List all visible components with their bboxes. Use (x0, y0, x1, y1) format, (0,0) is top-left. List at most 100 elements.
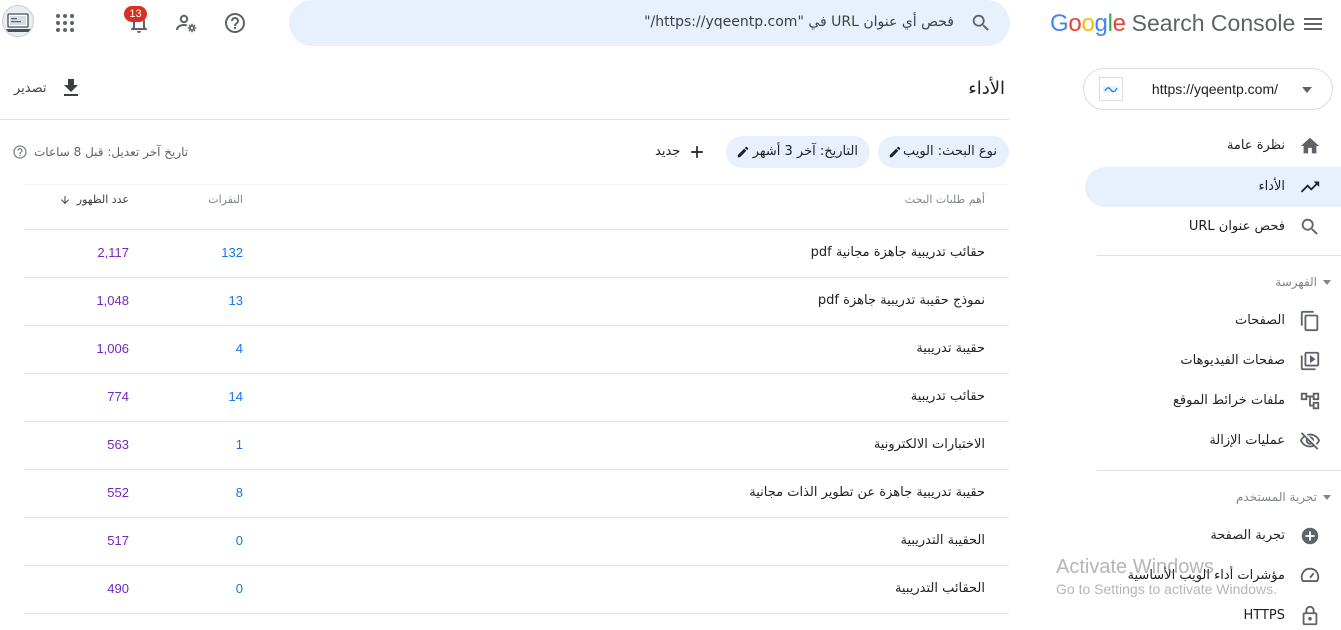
pages-icon (1299, 310, 1321, 332)
table-row[interactable]: حقائب تدريبية جاهزة مجانية pdf 132 2,117 (24, 229, 1009, 277)
sidebar-divider (1097, 255, 1341, 256)
column-header-impressions[interactable]: عدد الظهور (59, 193, 129, 206)
export-button[interactable]: تصدير (14, 74, 83, 102)
chip-label: نوع البحث: الويب (902, 144, 997, 159)
lock-icon (1299, 605, 1321, 627)
column-header-query[interactable]: أهم طلبات البحث (905, 193, 985, 206)
query-cell: حقيبة تدريبية جاهزة عن تطوير الذات مجاني… (749, 485, 985, 500)
trending-up-icon (1299, 176, 1321, 198)
table-row-divider (24, 613, 1009, 630)
add-filter-button[interactable]: جديد (653, 138, 709, 166)
search-icon[interactable] (970, 12, 992, 34)
table-row[interactable]: الاختبارات الالكترونية 1 563 (24, 421, 1009, 469)
google-wordmark: Google (1050, 10, 1126, 37)
clicks-cell: 0 (235, 581, 243, 596)
clicks-cell: 4 (235, 341, 243, 356)
menu-icon[interactable] (1301, 12, 1325, 36)
apps-grid-icon[interactable] (53, 11, 77, 35)
sidebar-item-https[interactable]: HTTPS (1085, 596, 1341, 630)
column-header-clicks[interactable]: النقرات (208, 193, 243, 206)
query-cell: نموذج حقيبة تدريبية جاهزة pdf (817, 293, 985, 308)
sidebar-item-removals[interactable]: عمليات الإزالة (1085, 421, 1341, 461)
add-filter-label: جديد (655, 144, 681, 159)
product-name: Search Console (1131, 10, 1296, 36)
page-title: الأداء (968, 78, 1005, 99)
query-cell: الحقائب التدريبية (894, 581, 985, 596)
clicks-cell: 0 (235, 533, 243, 548)
filter-chip-date[interactable]: التاريخ: آخر 3 أشهر (726, 136, 870, 168)
impressions-cell: 774 (107, 389, 129, 404)
search-icon (1299, 216, 1321, 238)
top-bar: Google Search Console فحص أي عنوان URL ف… (0, 0, 1341, 50)
sidebar-item-label: ملفات خرائط الموقع (1172, 393, 1285, 408)
last-updated-label: تاريخ آخر تعديل: قبل 8 ساعات (34, 145, 189, 159)
help-icon[interactable] (223, 11, 247, 35)
query-cell: الحقيبة التدريبية (900, 533, 985, 548)
table-row[interactable]: حقائب تدريبية 14 774 (24, 373, 1009, 421)
chip-label: التاريخ: آخر 3 أشهر (752, 144, 858, 159)
sidebar-item-label: مؤشرات أداء الويب الأساسية (1127, 568, 1285, 583)
table-row[interactable]: الحقائب التدريبية 0 490 (24, 565, 1009, 613)
property-favicon-icon (1099, 77, 1123, 101)
sidebar-item-label: الأداء (1258, 179, 1285, 194)
sidebar-item-performance[interactable]: الأداء (1085, 167, 1341, 207)
table-row[interactable]: حقيبة تدريبية جاهزة عن تطوير الذات مجاني… (24, 469, 1009, 517)
download-icon (59, 76, 83, 100)
chevron-down-icon (1300, 83, 1314, 97)
sidebar-item-url-inspection[interactable]: فحص عنوان URL (1085, 207, 1341, 247)
table-row[interactable]: الحقيبة التدريبية 0 517 (24, 517, 1009, 565)
query-cell: حقائب تدريبية جاهزة مجانية pdf (810, 245, 985, 260)
last-updated: تاريخ آخر تعديل: قبل 8 ساعات (12, 143, 188, 161)
impressions-cell: 552 (107, 485, 129, 500)
sidebar-item-label: نظرة عامة (1226, 138, 1285, 153)
sidebar-item-label: تجربة الصفحة (1210, 528, 1285, 543)
impressions-cell: 1,048 (96, 293, 129, 308)
url-inspection-search-input[interactable]: فحص أي عنوان URL في "https://yqeentp.com… (289, 0, 1010, 46)
sidebar-section-experience[interactable]: تجربة المستخدم (1236, 490, 1331, 504)
clicks-cell: 1 (235, 437, 243, 452)
sidebar-item-label: فحص عنوان URL (1188, 219, 1285, 234)
query-cell: حقيبة تدريبية (916, 341, 985, 356)
caret-down-icon (1323, 280, 1331, 285)
search-placeholder: فحص أي عنوان URL في "https://yqeentp.com… (644, 14, 954, 30)
account-avatar[interactable] (2, 5, 34, 37)
video-pages-icon (1299, 350, 1321, 372)
clicks-cell: 14 (228, 389, 243, 404)
sidebar-section-indexing[interactable]: الفهرسة (1275, 275, 1331, 289)
sidebar-item-overview[interactable]: نظرة عامة (1085, 126, 1341, 166)
table-row[interactable]: نموذج حقيبة تدريبية جاهزة pdf 13 1,048 (24, 277, 1009, 325)
property-selector[interactable]: https://yqeentp.com/ (1083, 68, 1333, 110)
home-icon (1299, 135, 1321, 157)
speedometer-icon (1299, 565, 1321, 587)
sidebar-item-pages[interactable]: الصفحات (1085, 301, 1341, 341)
sidebar-item-page-experience[interactable]: تجربة الصفحة (1085, 516, 1341, 556)
queries-table: أهم طلبات البحث النقرات عدد الظهور حقائب… (24, 184, 1009, 630)
sidebar-item-label: صفحات الفيديوهات (1180, 353, 1285, 368)
help-outline-icon[interactable] (12, 144, 28, 160)
sidebar-item-core-web-vitals[interactable]: مؤشرات أداء الويب الأساسية (1085, 556, 1341, 596)
sort-arrow-down-icon (59, 194, 71, 206)
product-logo[interactable]: Google Search Console (1050, 10, 1295, 40)
clicks-cell: 13 (228, 293, 243, 308)
sidebar-item-video-pages[interactable]: صفحات الفيديوهات (1085, 341, 1341, 381)
edit-pencil-icon (888, 145, 902, 159)
sidebar-item-label: عمليات الإزالة (1209, 433, 1285, 448)
filter-chip-search-type[interactable]: نوع البحث: الويب (878, 136, 1009, 168)
impressions-cell: 490 (107, 581, 129, 596)
user-settings-icon[interactable] (174, 11, 198, 35)
removals-icon (1299, 430, 1321, 452)
sidebar-item-label: الصفحات (1234, 313, 1285, 328)
impressions-cell: 517 (107, 533, 129, 548)
sidebar-item-sitemaps[interactable]: ملفات خرائط الموقع (1085, 381, 1341, 421)
query-cell: الاختبارات الالكترونية (873, 437, 985, 452)
property-url: https://yqeentp.com/ (1151, 81, 1278, 97)
edit-pencil-icon (736, 145, 750, 159)
caret-down-icon (1323, 495, 1331, 500)
impressions-cell: 563 (107, 437, 129, 452)
notification-count-badge: 13 (124, 6, 147, 22)
table-row[interactable]: حقيبة تدريبية 4 1,006 (24, 325, 1009, 373)
export-label: تصدير (14, 80, 47, 96)
plus-icon (687, 142, 707, 162)
impressions-cell: 2,117 (97, 245, 129, 260)
query-cell: حقائب تدريبية (910, 389, 985, 404)
